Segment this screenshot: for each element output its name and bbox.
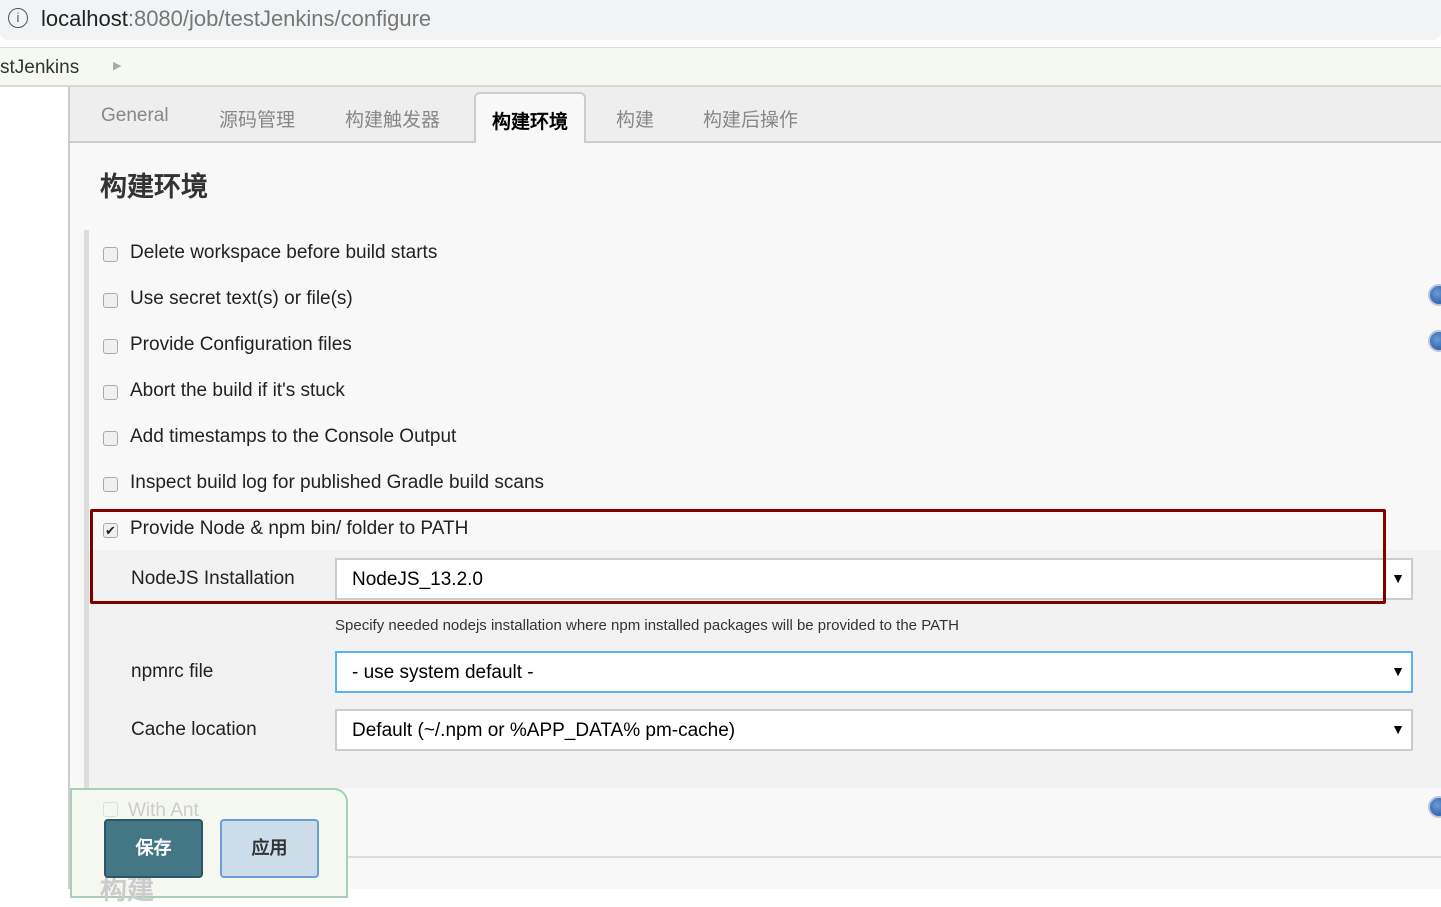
breadcrumb-item[interactable]: stJenkins (0, 57, 79, 79)
url-text: localhost:8080/job/testJenkins/configure (41, 6, 432, 31)
checkbox[interactable] (103, 247, 118, 262)
tab-triggers[interactable]: 构建触发器 (345, 105, 440, 132)
checkbox[interactable] (103, 477, 118, 492)
dropdown-arrow-icon: ▼ (1391, 663, 1405, 679)
dropdown-arrow-icon: ▼ (1391, 570, 1405, 586)
checkbox[interactable] (103, 802, 118, 817)
checkbox[interactable] (103, 339, 118, 354)
checkbox[interactable] (103, 293, 118, 308)
tab-source[interactable]: 源码管理 (219, 105, 295, 132)
checkbox[interactable] (103, 431, 118, 446)
tab-bar: General 源码管理 构建触发器 构建环境 构建 构建后操作 (70, 87, 1441, 145)
highlight-box (90, 509, 1386, 604)
breadcrumb: stJenkins ▶ (0, 47, 1441, 87)
divider (348, 856, 1441, 858)
tab-build-env[interactable]: 构建环境 (474, 92, 587, 145)
info-icon[interactable]: i (8, 8, 28, 28)
nodejs-hint: Specify needed nodejs installation where… (335, 617, 959, 634)
select-value: Default (~/.npm or %APP_DATA% pm-cache) (352, 720, 736, 741)
npmrc-select[interactable]: - use system default - ▼ (335, 651, 1413, 693)
apply-button[interactable]: 应用 (220, 819, 319, 878)
checkbox[interactable] (103, 385, 118, 400)
option-label: With Ant (128, 800, 199, 821)
tab-build[interactable]: 构建 (616, 105, 654, 132)
cache-location-select[interactable]: Default (~/.npm or %APP_DATA% pm-cache) ▼ (335, 709, 1413, 751)
npmrc-label: npmrc file (131, 661, 214, 682)
chevron-right-icon[interactable]: ▶ (113, 59, 121, 72)
save-button[interactable]: 保存 (104, 819, 203, 878)
select-value: - use system default - (352, 662, 534, 683)
dropdown-arrow-icon: ▼ (1391, 721, 1405, 737)
section-title: 构建环境 (100, 172, 208, 202)
cache-location-label: Cache location (131, 719, 257, 740)
address-bar[interactable]: i localhost:8080/job/testJenkins/configu… (0, 0, 1441, 40)
tab-post-build[interactable]: 构建后操作 (703, 105, 798, 132)
tab-general[interactable]: General (101, 105, 169, 127)
